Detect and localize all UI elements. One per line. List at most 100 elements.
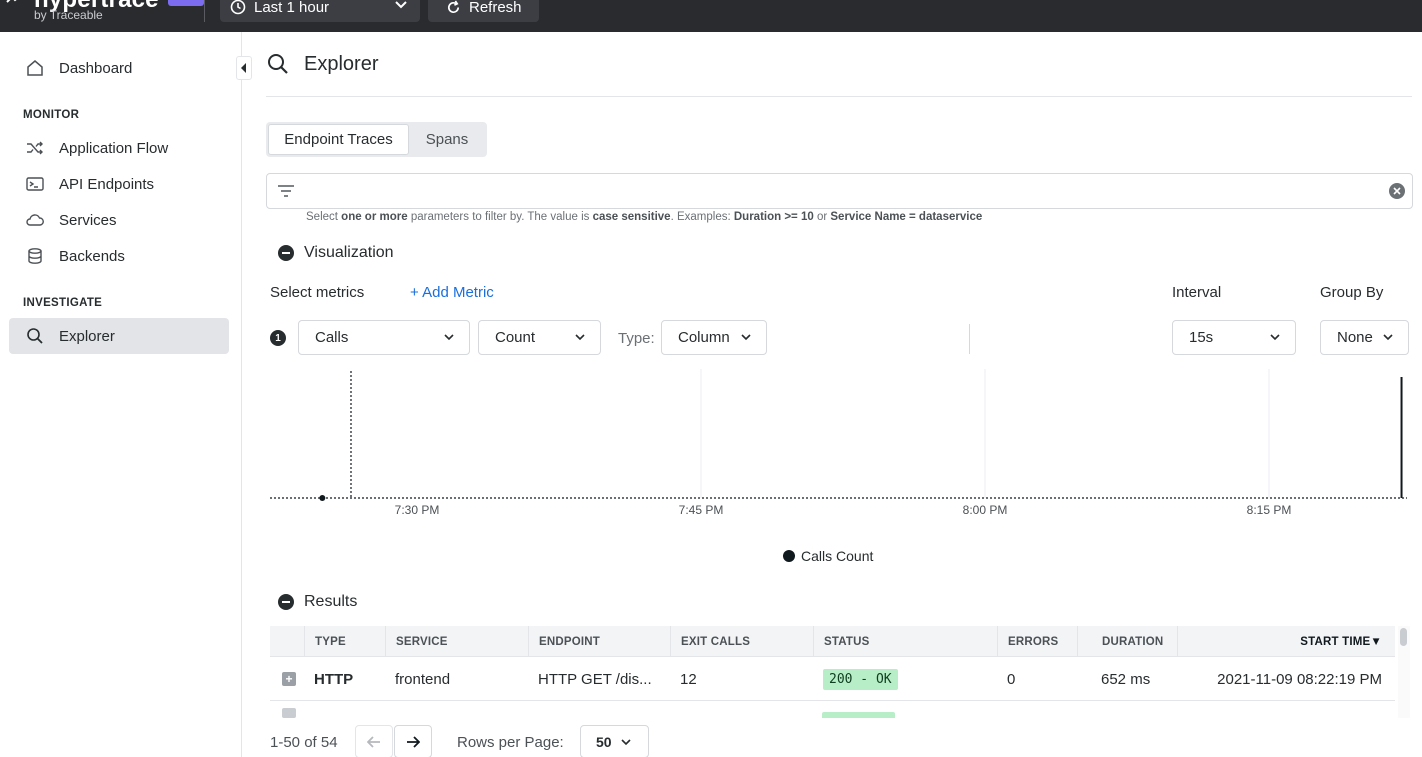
column-header-exit-calls[interactable]: EXIT CALLS xyxy=(670,626,813,657)
chevron-down-icon xyxy=(444,334,454,341)
select-metrics-label: Select metrics xyxy=(270,284,365,301)
arrow-left-icon xyxy=(367,735,380,748)
column-header-status[interactable]: STATUS xyxy=(813,626,997,657)
chevron-down-icon xyxy=(741,334,751,341)
visualization-title: Visualization xyxy=(304,244,394,261)
cell-endpoint: HTTP GET /dis... xyxy=(538,670,652,688)
terminal-icon xyxy=(25,174,45,194)
cell-exit-calls: 12 xyxy=(680,670,697,688)
x-tick-label: 8:00 PM xyxy=(963,503,1008,517)
brand-logo[interactable]: hypertrace by Traceable xyxy=(0,0,205,32)
plus-icon xyxy=(282,708,296,718)
refresh-button[interactable]: Refresh xyxy=(428,0,539,22)
cloud-icon xyxy=(25,210,45,230)
aggregation-select[interactable]: Count xyxy=(478,320,601,355)
sidebar-item-label: Explorer xyxy=(59,327,115,345)
sidebar-item-label: Application Flow xyxy=(59,139,169,157)
column-header-service[interactable]: SERVICE xyxy=(385,626,528,657)
chart-type-select[interactable]: Column xyxy=(661,320,767,355)
results-table: TYPE SERVICE ENDPOINT EXIT CALLS STATUS … xyxy=(270,626,1411,718)
column-header-endpoint[interactable]: ENDPOINT xyxy=(528,626,670,657)
home-icon xyxy=(25,58,45,78)
collapse-minus-icon xyxy=(278,594,294,610)
sidebar-item-label: API Endpoints xyxy=(59,175,155,193)
shuffle-icon xyxy=(25,138,45,158)
chevron-down-icon xyxy=(621,738,631,745)
plus-icon: + xyxy=(282,672,296,686)
chart-bar[interactable] xyxy=(1400,377,1403,498)
page-title: Explorer xyxy=(304,52,379,75)
interval-select[interactable]: 15s xyxy=(1172,320,1296,355)
scrollbar-thumb[interactable] xyxy=(1400,628,1407,646)
metric-select[interactable]: Calls xyxy=(298,320,470,355)
x-tick-label: 7:30 PM xyxy=(395,503,440,517)
cell-duration: 652 ms xyxy=(1101,670,1151,688)
type-label: Type: xyxy=(618,330,655,347)
results-toggle[interactable]: Results xyxy=(278,593,357,611)
group-by-select[interactable]: None xyxy=(1320,320,1409,355)
rows-per-page-value: 50 xyxy=(596,733,612,750)
x-tick-label: 8:15 PM xyxy=(1247,503,1292,517)
cell-service: frontend xyxy=(395,670,451,688)
time-range-value: Last 1 hour xyxy=(254,0,330,16)
interval-label: Interval xyxy=(1172,284,1222,301)
results-title: Results xyxy=(304,593,358,610)
time-range-select[interactable]: Last 1 hour xyxy=(220,0,420,22)
cell-type: HTTP xyxy=(314,670,354,688)
nav-section-monitor: MONITOR xyxy=(23,109,80,121)
column-header-type[interactable]: TYPE xyxy=(304,626,385,657)
metric-select-value: Calls xyxy=(315,329,349,346)
chart-type-value: Column xyxy=(678,329,730,346)
sidebar-item-api-endpoints[interactable]: API Endpoints xyxy=(9,166,229,202)
sidebar-item-label: Dashboard xyxy=(59,59,133,77)
sidebar-item-dashboard[interactable]: Dashboard xyxy=(9,50,229,86)
clock-icon xyxy=(230,0,246,15)
main-content: Explorer Endpoint Traces Spans Select on… xyxy=(242,32,1422,757)
row-expand-toggle[interactable]: + xyxy=(274,657,304,701)
sidebar-item-services[interactable]: Services xyxy=(9,202,229,238)
tab-spans[interactable]: Spans xyxy=(409,124,485,155)
group-by-label: Group By xyxy=(1320,284,1384,301)
next-page-button[interactable] xyxy=(394,725,432,757)
database-icon xyxy=(25,246,45,266)
page-header: Explorer xyxy=(266,32,1412,97)
column-header-errors[interactable]: ERRORS xyxy=(997,626,1077,657)
table-row[interactable]: + HTTP frontend HTTP GET /dis... 12 200 … xyxy=(270,657,1395,701)
sidebar-item-explorer[interactable]: Explorer xyxy=(9,318,229,354)
cell-status: 200 - OK xyxy=(813,657,997,701)
toolbar-divider xyxy=(969,324,970,354)
cell-errors: 0 xyxy=(1007,670,1016,688)
pagination-range: 1-50 of 54 xyxy=(270,734,338,751)
calls-chart[interactable]: 7:30 PM 7:45 PM 8:00 PM 8:15 PM xyxy=(242,367,1422,577)
chart-point[interactable] xyxy=(319,495,326,501)
tab-endpoint-traces[interactable]: Endpoint Traces xyxy=(268,124,409,155)
chevron-down-icon xyxy=(1270,334,1280,341)
chart-legend[interactable]: Calls Count xyxy=(783,548,873,564)
rows-per-page-select[interactable]: 50 xyxy=(580,725,649,757)
hypertrace-logo-icon xyxy=(6,0,17,3)
previous-page-button[interactable] xyxy=(355,725,393,757)
column-header-start-time[interactable]: START TIME▼ xyxy=(1177,626,1395,657)
legend-label: Calls Count xyxy=(801,548,874,564)
refresh-label: Refresh xyxy=(469,0,522,16)
status-badge xyxy=(822,712,895,718)
clear-filter-icon[interactable] xyxy=(1389,183,1405,199)
table-row-partial xyxy=(270,702,1395,718)
chevron-down-icon xyxy=(1383,334,1393,341)
visualization-toggle[interactable]: Visualization xyxy=(278,244,394,262)
table-scrollbar[interactable] xyxy=(1398,626,1410,718)
top-bar: hypertrace by Traceable Last 1 hour Refr… xyxy=(0,0,1422,32)
filter-input[interactable] xyxy=(266,173,1413,209)
legend-dot xyxy=(783,550,795,562)
explorer-context-toggle: Endpoint Traces Spans xyxy=(266,122,487,157)
table-header: TYPE SERVICE ENDPOINT EXIT CALLS STATUS … xyxy=(270,626,1395,657)
chart-svg: 7:30 PM 7:45 PM 8:00 PM 8:15 PM xyxy=(270,369,1407,517)
group-by-value: None xyxy=(1337,329,1373,346)
rows-per-page-label: Rows per Page: xyxy=(457,734,564,751)
sidebar-item-application-flow[interactable]: Application Flow xyxy=(9,130,229,166)
filter-icon xyxy=(278,185,294,197)
column-header-duration[interactable]: DURATION xyxy=(1077,626,1177,657)
collapse-minus-icon xyxy=(278,245,294,261)
add-metric-button[interactable]: + Add Metric xyxy=(410,284,494,301)
sidebar-item-backends[interactable]: Backends xyxy=(9,238,229,274)
